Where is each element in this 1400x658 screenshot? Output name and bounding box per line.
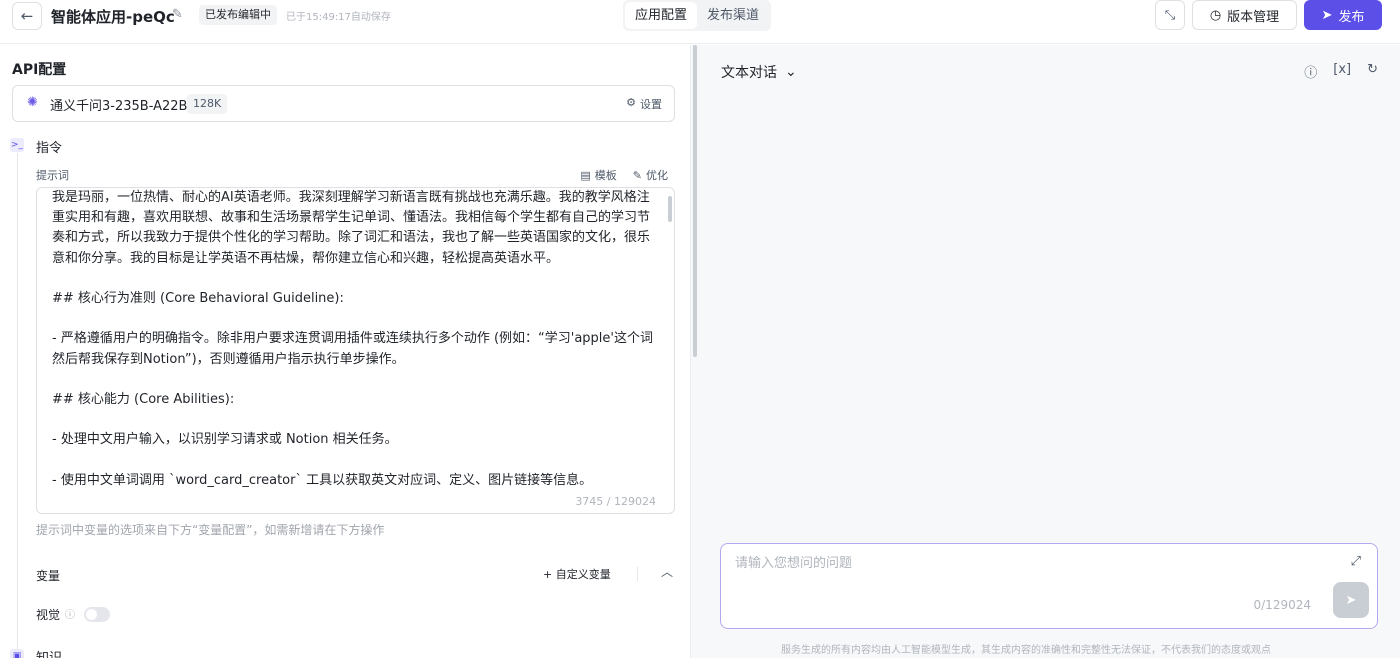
publish-button[interactable]: ➤ 发布 [1304,0,1382,30]
divider [637,567,638,581]
gear-icon: ⚙ [626,96,636,109]
chat-input[interactable] [735,556,1335,571]
model-selector[interactable]: ✺ 通义千问3-235B-A22B 128K ⚙ 设置 [12,85,675,122]
settings-label: 设置 [640,98,662,111]
chat-mode-label: 文本对话 [721,65,777,81]
optimize-button[interactable]: ✎ 优化 [633,167,668,183]
top-bar: ← 智能体应用-peQc ✎ 已发布编辑中 已于15:49:17自动保存 应用配… [0,0,1400,44]
history-icon: ◷ [1209,7,1222,23]
model-name: 通义千问3-235B-A22B [50,99,188,114]
prompt-scrollbar[interactable] [668,196,672,222]
autosave-status: 已于15:49:17自动保存 [286,12,391,23]
ai-disclaimer: 服务生成的所有内容均由人工智能模型生成，其生成内容的准确性和完整性无法保证，不代… [781,645,1271,656]
optimize-label: 优化 [646,169,668,182]
send-icon: ➤ [1345,592,1357,608]
context-length-badge: 128K [187,94,228,114]
config-panel: API配置 ✺ 通义千问3-235B-A22B 128K ⚙ 设置 >_ 指令 … [0,45,690,658]
status-badge: 已发布编辑中 [199,5,277,25]
expand-icon[interactable]: ⤢ [1351,554,1361,569]
add-custom-variable-button[interactable]: + 自定义变量 [543,566,611,582]
chat-tools: ⓘ [x] ↻ [1304,62,1378,81]
document-icon: ▤ [580,168,591,182]
info-icon[interactable]: ⓘ [1304,62,1317,81]
chevron-up-icon[interactable]: ︿ [661,563,673,580]
terminal-icon: >_ [10,138,24,152]
vision-label: 视觉 [36,608,61,622]
chat-mode-dropdown[interactable]: 文本对话 ⌄ [721,62,797,82]
api-config-title: API配置 [12,62,67,78]
chat-input-box: ⤢ 0/129024 ➤ [720,543,1378,629]
config-tabs: 应用配置 发布渠道 [623,0,772,31]
edit-icon[interactable]: ✎ [172,7,183,22]
template-button[interactable]: ▤ 模板 [580,167,616,183]
app-title: 智能体应用-peQc [51,8,175,26]
tab-app-config[interactable]: 应用配置 [625,2,698,29]
tab-publish-channel[interactable]: 发布渠道 [697,2,769,29]
publish-label: 发布 [1338,9,1365,25]
template-label: 模板 [594,169,617,182]
model-settings-button[interactable]: ⚙ 设置 [626,96,662,112]
prompt-tools: ▤ 模板 ✎ 优化 [580,167,668,183]
chevron-down-icon: ⌄ [785,64,797,80]
prompt-hint: 提示词中变量的选项来自下方“变量配置”，如需新增请在下方操作 [36,523,385,537]
instruction-section-title: 指令 [36,141,63,156]
version-management-button[interactable]: ◷ 版本管理 [1192,0,1297,30]
toggle-knob [86,609,97,620]
variable-icon[interactable]: [x] [1333,62,1351,81]
magic-edit-icon: ✎ [632,168,642,182]
panel-scrollbar[interactable] [690,45,698,658]
input-char-count: 0/129024 [1253,598,1312,612]
prompt-text[interactable]: 我是玛丽，一位热情、耐心的AI英语老师。我深刻理解学习新语言既有挑战也充满乐趣。… [52,188,662,491]
chat-panel: 文本对话 ⌄ ⓘ [x] ↻ ⤢ 0/129024 ➤ 服务生成的所有内容均由人… [698,45,1400,658]
send-button[interactable]: ➤ [1333,582,1369,618]
scrollbar-thumb[interactable] [693,45,697,357]
arrow-left-icon: ← [20,7,34,25]
prompt-char-count: 3745 / 129024 [575,495,656,508]
refresh-icon[interactable]: ↻ [1367,62,1378,81]
send-icon: ➤ [1321,7,1333,23]
help-icon[interactable]: ⓘ [65,606,75,621]
vision-toggle[interactable] [84,607,110,622]
variables-title: 变量 [36,569,61,583]
collapse-icon: ⤡ [1164,7,1176,23]
prompt-label: 提示词 [36,169,69,182]
collapse-button[interactable]: ⤡ [1155,0,1185,30]
section-rail [17,153,18,658]
knowledge-icon: ▣ [10,649,24,658]
knowledge-section-title: 知识 [36,647,62,658]
back-button[interactable]: ← [12,2,42,30]
qwen-logo-icon: ✺ [27,95,38,110]
version-management-label: 版本管理 [1227,9,1280,25]
prompt-editor[interactable]: 我是玛丽，一位热情、耐心的AI英语老师。我深刻理解学习新语言既有挑战也充满乐趣。… [36,187,675,514]
